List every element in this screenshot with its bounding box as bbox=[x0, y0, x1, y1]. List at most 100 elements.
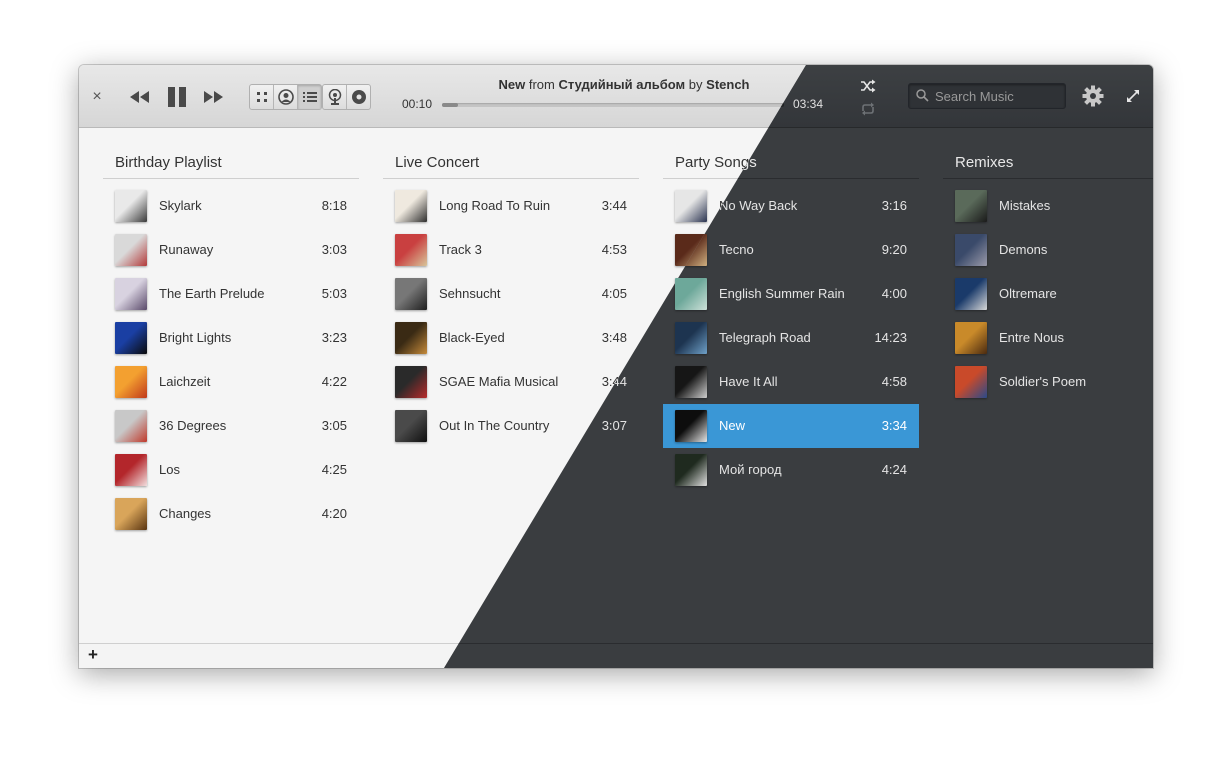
close-button[interactable]: × bbox=[87, 87, 107, 107]
previous-button[interactable] bbox=[127, 87, 151, 107]
track-name: Track 3 bbox=[439, 242, 482, 257]
track-duration: 3:03 bbox=[321, 242, 347, 257]
podcast-button[interactable] bbox=[323, 85, 347, 109]
album-art bbox=[955, 278, 987, 310]
track-duration: 4:25 bbox=[321, 462, 347, 477]
track-row[interactable]: Los 4:25 bbox=[103, 448, 359, 492]
track-name: The Earth Prelude bbox=[159, 286, 265, 301]
shuffle-button[interactable] bbox=[857, 77, 879, 95]
track-duration: 3:48 bbox=[601, 330, 627, 345]
track-row[interactable]: Track 3 4:53 bbox=[383, 228, 639, 272]
track-row[interactable]: Laichzeit 4:22 bbox=[103, 360, 359, 404]
track-duration: 8:18 bbox=[321, 198, 347, 213]
track-name: Tecno bbox=[719, 242, 754, 257]
divider bbox=[103, 178, 359, 179]
track-row[interactable]: Oltremare bbox=[943, 272, 1153, 316]
settings-button[interactable] bbox=[1082, 85, 1104, 107]
list-icon bbox=[302, 92, 317, 102]
track-name: English Summer Rain bbox=[719, 286, 845, 301]
track-row[interactable]: Mistakes bbox=[943, 184, 1153, 228]
track-row[interactable]: Have It All 4:58 bbox=[663, 360, 919, 404]
track-row[interactable]: Skylark 8:18 bbox=[103, 184, 359, 228]
grid-view-button[interactable] bbox=[250, 85, 274, 109]
track-row[interactable]: New 3:34 bbox=[663, 404, 919, 448]
fullscreen-button[interactable] bbox=[1124, 87, 1142, 105]
album-art bbox=[115, 322, 147, 354]
track-row[interactable]: Changes 4:20 bbox=[103, 492, 359, 536]
view-mode-switcher bbox=[249, 84, 322, 110]
track-row[interactable]: English Summer Rain 4:00 bbox=[663, 272, 919, 316]
track-duration: 3:05 bbox=[321, 418, 347, 433]
playlist-title: Birthday Playlist bbox=[115, 154, 222, 171]
divider bbox=[943, 178, 1153, 179]
track-name: Entre Nous bbox=[999, 330, 1065, 345]
track-row[interactable]: SGAE Mafia Musical 3:44 bbox=[383, 360, 639, 404]
album-art bbox=[675, 454, 707, 486]
track-row[interactable]: Bright Lights 3:23 bbox=[103, 316, 359, 360]
previous-icon bbox=[130, 91, 149, 103]
track-duration: 4:53 bbox=[601, 242, 627, 257]
track-duration: 3:07 bbox=[601, 418, 627, 433]
search-box bbox=[908, 83, 1066, 109]
track-name: Out In The Country bbox=[439, 418, 550, 433]
track-name: 36 Degrees bbox=[159, 418, 227, 433]
album-art bbox=[675, 410, 707, 442]
repeat-icon bbox=[862, 102, 874, 116]
album-art bbox=[955, 366, 987, 398]
track-row[interactable]: 36 Degrees 3:05 bbox=[103, 404, 359, 448]
track-name: Mistakes bbox=[999, 198, 1051, 213]
repeat-button[interactable] bbox=[857, 100, 879, 118]
track-name: New bbox=[719, 418, 746, 433]
track-row[interactable]: The Earth Prelude 5:03 bbox=[103, 272, 359, 316]
artist-name: Stench bbox=[706, 77, 750, 92]
track-row[interactable]: Sehnsucht 4:05 bbox=[383, 272, 639, 316]
seek-bar[interactable] bbox=[442, 103, 784, 107]
album-art bbox=[675, 322, 707, 354]
track-duration: 4:24 bbox=[881, 462, 907, 477]
album-art bbox=[675, 190, 707, 222]
track-row[interactable]: Entre Nous bbox=[943, 316, 1153, 360]
track-duration: 4:58 bbox=[881, 374, 907, 389]
track-name: Demons bbox=[999, 242, 1048, 257]
pause-button[interactable] bbox=[165, 85, 189, 109]
album-art bbox=[955, 322, 987, 354]
track-row[interactable]: Demons bbox=[943, 228, 1153, 272]
album-art bbox=[395, 366, 427, 398]
from-word: from bbox=[528, 77, 555, 92]
track-duration: 14:23 bbox=[874, 330, 907, 345]
artist-view-button[interactable] bbox=[274, 85, 298, 109]
track-row[interactable]: Telegraph Road 14:23 bbox=[663, 316, 919, 360]
track-row[interactable]: Long Road To Ruin 3:44 bbox=[383, 184, 639, 228]
track-list: Mistakes Demons Oltremare Entre Nous Soldier… bbox=[943, 184, 1153, 404]
track-row[interactable]: Black-Eyed 3:48 bbox=[383, 316, 639, 360]
shuffle-icon bbox=[861, 79, 876, 93]
track-duration: 3:44 bbox=[601, 198, 627, 213]
album-art bbox=[115, 410, 147, 442]
next-button[interactable] bbox=[202, 87, 226, 107]
album-art bbox=[395, 234, 427, 266]
track-name: No Way Back bbox=[719, 198, 798, 213]
track-name: Laichzeit bbox=[159, 374, 211, 389]
track-name: Мой город bbox=[719, 462, 782, 477]
cd-button[interactable] bbox=[347, 85, 370, 109]
album-art bbox=[955, 190, 987, 222]
track-name: Changes bbox=[159, 506, 212, 521]
fullscreen-icon bbox=[1127, 90, 1139, 102]
track-duration: 3:16 bbox=[881, 198, 907, 213]
album-art bbox=[395, 410, 427, 442]
track-row[interactable]: Soldier's Poem bbox=[943, 360, 1153, 404]
track-duration: 4:20 bbox=[321, 506, 347, 521]
seek-bar-fill bbox=[442, 103, 459, 107]
track-duration: 4:05 bbox=[601, 286, 627, 301]
source-switcher bbox=[322, 84, 371, 110]
track-row[interactable]: Мой город 4:24 bbox=[663, 448, 919, 492]
track-name: Runaway bbox=[159, 242, 214, 257]
list-view-button[interactable] bbox=[298, 85, 321, 109]
album-art bbox=[675, 278, 707, 310]
search-input[interactable] bbox=[935, 87, 1059, 105]
add-playlist-button[interactable]: + bbox=[85, 646, 101, 663]
track-name: Telegraph Road bbox=[719, 330, 811, 345]
track-name: Sehnsucht bbox=[439, 286, 501, 301]
podcast-icon bbox=[328, 89, 341, 105]
track-row[interactable]: Runaway 3:03 bbox=[103, 228, 359, 272]
